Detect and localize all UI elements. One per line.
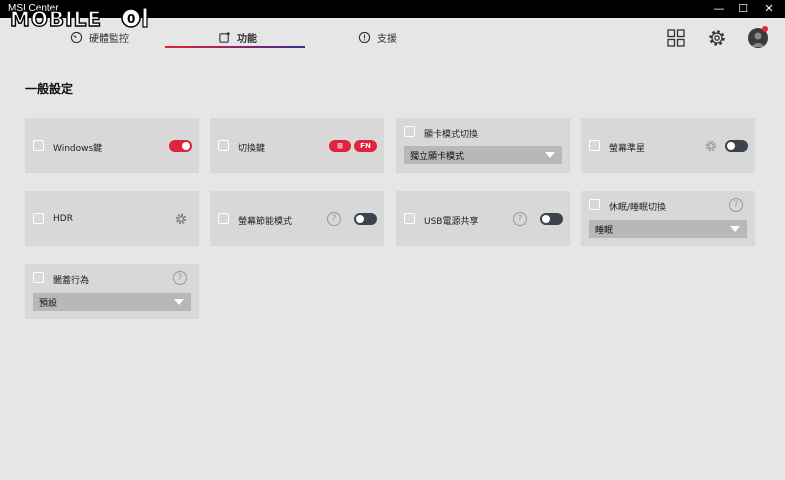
moon-icon (589, 199, 600, 210)
feature-icon (219, 31, 230, 43)
feature-label: HDR (53, 214, 73, 224)
lid-behavior-dropdown[interactable]: 預設 (33, 293, 191, 311)
notification-badge (762, 26, 768, 32)
feature-card-gpu-switch: 顯卡模式切換 獨立顯卡模式 (396, 118, 570, 173)
feature-card-usb-power-share: USB電源共享 ? (396, 191, 570, 246)
feature-card-lid-behavior: 闔蓋行為 ? 預設 (25, 264, 199, 319)
feature-label: 切換鍵 (238, 144, 266, 154)
tab-label: 功能 (237, 33, 257, 45)
gauge-icon (70, 31, 83, 43)
feature-label: 闔蓋行為 (53, 276, 90, 286)
screen-power-saving-toggle[interactable] (354, 213, 377, 225)
tab-support[interactable]: 支援 (358, 24, 397, 50)
dropdown-value: 獨立顯卡模式 (410, 152, 465, 162)
settings-icon[interactable] (175, 213, 187, 225)
feature-label: 螢幕準星 (609, 144, 646, 154)
feature-card-crosshair: 螢幕準星 (581, 118, 755, 173)
settings-icon[interactable] (705, 140, 717, 152)
hdr-icon (33, 213, 44, 224)
windows-icon (218, 140, 229, 151)
grid-icon[interactable] (666, 28, 686, 48)
feature-label: 螢幕節能模式 (238, 217, 293, 227)
feature-label: USB電源共享 (424, 217, 479, 227)
feature-label: 顯卡模式切換 (424, 130, 479, 140)
close-button[interactable]: ✕ (756, 0, 782, 18)
feature-card-switch-key: 切換鍵 ⊞ FN (210, 118, 384, 173)
crosshair-toggle[interactable] (725, 140, 748, 152)
feature-card-hdr: HDR (25, 191, 199, 246)
windows-icon (33, 140, 44, 151)
help-icon[interactable]: ? (327, 212, 341, 226)
crosshair-icon (589, 140, 600, 151)
help-icon[interactable]: ? (729, 198, 743, 212)
usb-power-share-toggle[interactable] (540, 213, 563, 225)
laptop-icon (33, 272, 44, 283)
gear-icon[interactable] (707, 28, 727, 48)
gpu-mode-dropdown[interactable]: 獨立顯卡模式 (404, 146, 562, 164)
caret-down-icon (174, 299, 184, 305)
windows-key-toggle[interactable] (169, 140, 192, 152)
caret-down-icon (545, 152, 555, 158)
hibernate-sleep-dropdown[interactable]: 睡眠 (589, 220, 747, 238)
help-icon[interactable]: ? (173, 271, 187, 285)
tab-hardware-monitor[interactable]: 硬體監控 (70, 24, 129, 50)
lightning-icon (404, 213, 415, 224)
support-icon (358, 31, 371, 43)
feature-label: 休眠/睡眠切換 (609, 203, 667, 213)
help-icon[interactable]: ? (513, 212, 527, 226)
feature-card-screen-power-saving: 螢幕節能模式 ? (210, 191, 384, 246)
monitor-icon (218, 213, 229, 224)
active-tab-indicator (165, 46, 305, 48)
tab-label: 硬體監控 (89, 33, 129, 45)
feature-label: Windows鍵 (53, 144, 103, 154)
dropdown-value: 預設 (39, 299, 58, 309)
windows-key-pill[interactable]: ⊞ (329, 140, 351, 152)
feature-card-windows-key: Windows鍵 (25, 118, 199, 173)
minimize-button[interactable]: — (706, 0, 732, 18)
tab-label: 支援 (377, 33, 397, 45)
section-title: 一般設定 (25, 82, 74, 96)
maximize-button[interactable]: ☐ (730, 0, 756, 18)
dropdown-value: 睡眠 (595, 226, 614, 236)
fn-key-pill[interactable]: FN (354, 140, 377, 152)
gpu-icon (404, 126, 415, 137)
feature-card-hibernate-sleep: 休眠/睡眠切換 ? 睡眠 (581, 191, 755, 246)
caret-down-icon (730, 226, 740, 232)
